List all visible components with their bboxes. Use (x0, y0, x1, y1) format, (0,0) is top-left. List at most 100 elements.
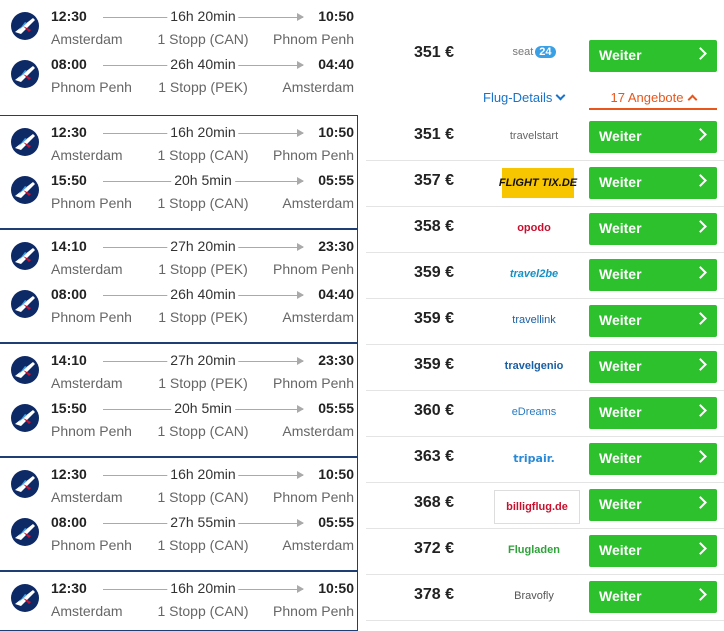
arrival-time: 10:50 (318, 466, 354, 482)
provider-logo-seat24: seat 24 (494, 38, 574, 66)
provider-logo: opodo (517, 222, 551, 234)
airline-tail-icon (11, 128, 39, 156)
flight-leg: 08:00 Phnom Penh 27h 55min 1 Stopp (CAN)… (0, 508, 358, 556)
duration: 20h 5min (103, 400, 304, 418)
departure-time: 14:10 (51, 238, 87, 254)
offer-row: 359 € travel2be Weiter (366, 252, 724, 299)
departure-time: 15:50 (51, 400, 87, 416)
duration-label: 16h 20min (167, 124, 239, 140)
offer-price: 360 € (413, 402, 454, 419)
offer-price: 357 € (413, 172, 454, 189)
offer-price: 359 € (413, 264, 454, 281)
arrow-right-icon (297, 61, 304, 69)
arrow-right-icon (297, 13, 304, 21)
chevron-right-icon (694, 588, 707, 601)
stops: 1 Stopp (CAN) (157, 195, 249, 211)
arrival-place: Amsterdam (282, 537, 354, 553)
duration: 26h 40min (103, 56, 304, 74)
offer-price: 359 € (413, 356, 454, 373)
stops: 1 Stopp (CAN) (157, 423, 249, 439)
weiter-button-label: Weiter (599, 404, 642, 420)
duration: 27h 20min (103, 238, 304, 256)
offer-row: 359 € travellink Weiter (366, 298, 724, 345)
stops: 1 Stopp (PEK) (158, 309, 248, 325)
arrival-time: 05:55 (318, 514, 354, 530)
weiter-button[interactable]: Weiter (589, 443, 717, 475)
provider-logo: travellink (512, 314, 556, 326)
itinerary-card[interactable]: 12:30 Amsterdam 16h 20min 1 Stopp (CAN) … (0, 571, 358, 631)
departure-time: 12:30 (51, 124, 87, 140)
weiter-button[interactable]: Weiter (589, 397, 717, 429)
weiter-button[interactable]: Weiter (589, 121, 717, 153)
arrow-right-icon (297, 405, 304, 413)
arrival-place: Phnom Penh (273, 489, 354, 505)
weiter-button-label: Weiter (599, 450, 642, 466)
provider-logo: tripair. (513, 451, 555, 465)
weiter-button[interactable]: Weiter (589, 351, 717, 383)
weiter-button[interactable]: Weiter (589, 213, 717, 245)
offer-price: 368 € (413, 494, 454, 511)
departure-time: 12:30 (51, 580, 87, 596)
offer-row: 378 € Bravofly Weiter (366, 574, 724, 621)
offer-row: 359 € travelgenio Weiter (366, 344, 724, 391)
chevron-up-icon (687, 94, 697, 105)
airline-tail-icon (11, 176, 39, 204)
weiter-button-label: Weiter (599, 588, 642, 604)
provider-suffix: 24 (535, 46, 556, 58)
flight-details-label: Flug-Details (483, 90, 553, 105)
weiter-button-label: Weiter (599, 220, 642, 236)
itinerary-card[interactable]: 12:30 Amsterdam 16h 20min 1 Stopp (CAN) … (0, 457, 358, 571)
duration: 20h 5min (103, 172, 304, 190)
airline-tail-icon (11, 12, 39, 40)
chevron-right-icon (694, 496, 707, 509)
flight-leg: 14:10 Amsterdam 27h 20min 1 Stopp (PEK) … (0, 346, 358, 394)
chevron-right-icon (694, 128, 707, 141)
flight-leg: 15:50 Phnom Penh 20h 5min 1 Stopp (CAN) … (0, 394, 358, 442)
flight-leg: 12:30 Amsterdam 16h 20min 1 Stopp (CAN) … (0, 2, 358, 50)
arrival-time: 10:50 (318, 8, 354, 24)
offer-price: 358 € (413, 218, 454, 235)
weiter-button[interactable]: Weiter (589, 259, 717, 291)
duration-label: 27h 20min (167, 238, 239, 254)
arrival-place: Amsterdam (282, 79, 354, 95)
weiter-button[interactable]: Weiter (589, 581, 717, 613)
arrow-right-icon (297, 585, 304, 593)
duration: 27h 20min (103, 352, 304, 370)
weiter-button[interactable]: Weiter (589, 489, 717, 521)
airline-tail-icon (11, 584, 39, 612)
itinerary-card[interactable]: 14:10 Amsterdam 27h 20min 1 Stopp (PEK) … (0, 229, 358, 343)
airline-tail-icon (11, 60, 39, 88)
weiter-button[interactable]: Weiter (589, 40, 717, 72)
itinerary-card[interactable]: 14:10 Amsterdam 27h 20min 1 Stopp (PEK) … (0, 343, 358, 457)
provider-name: seat (512, 46, 534, 58)
weiter-button-label: Weiter (599, 496, 642, 512)
provider-logo: travelgenio (504, 360, 564, 372)
offer-price: 372 € (413, 540, 454, 557)
offer-row: 360 € eDreams Weiter (366, 390, 724, 437)
airline-tail-icon (11, 404, 39, 432)
arrow-right-icon (297, 519, 304, 527)
arrival-place: Phnom Penh (273, 261, 354, 277)
arrival-place: Amsterdam (282, 423, 354, 439)
weiter-button-label: Weiter (599, 47, 642, 63)
flight-leg: 12:30 Amsterdam 16h 20min 1 Stopp (CAN) … (0, 574, 358, 622)
flight-leg: 12:30 Amsterdam 16h 20min 1 Stopp (CAN) … (0, 118, 358, 166)
arrival-time: 05:55 (318, 172, 354, 188)
itinerary-card[interactable]: 12:30 Amsterdam 16h 20min 1 Stopp (CAN) … (0, 115, 358, 229)
provider-logo: Flugladen (508, 544, 560, 556)
chevron-right-icon (694, 542, 707, 555)
flight-details-link[interactable]: Flug-Details (483, 90, 566, 105)
offers-count-tab[interactable]: 17 Angebote (589, 88, 717, 110)
departure-time: 15:50 (51, 172, 87, 188)
weiter-button[interactable]: Weiter (589, 305, 717, 337)
chevron-down-icon (555, 90, 566, 101)
weiter-button[interactable]: Weiter (589, 167, 717, 199)
arrival-time: 04:40 (318, 286, 354, 302)
provider-logo: Bravofly (514, 590, 554, 602)
itinerary-card[interactable]: 12:30 Amsterdam 16h 20min 1 Stopp (CAN) … (0, 0, 358, 114)
arrival-time: 04:40 (318, 56, 354, 72)
duration-label: 27h 20min (167, 352, 239, 368)
offer-price: 363 € (413, 448, 454, 465)
arrow-right-icon (297, 471, 304, 479)
weiter-button[interactable]: Weiter (589, 535, 717, 567)
